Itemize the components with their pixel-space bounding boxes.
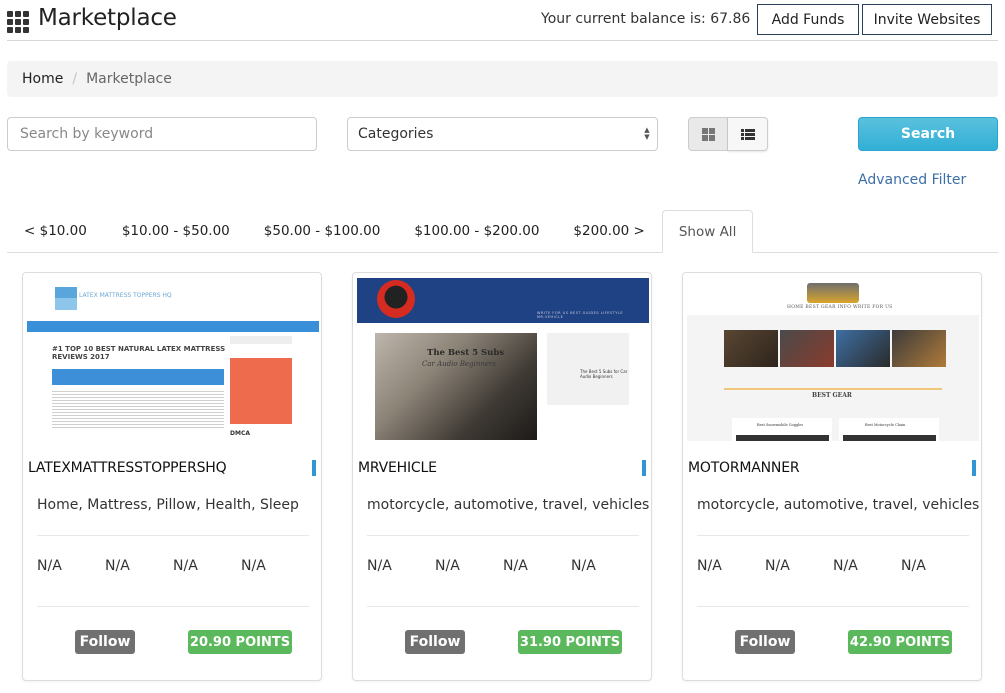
thumb-body-text — [52, 389, 224, 429]
add-funds-button[interactable]: Add Funds — [757, 4, 859, 35]
tab-50-100[interactable]: $50.00 - $100.00 — [247, 210, 398, 252]
divider — [37, 606, 309, 607]
website-name[interactable]: MRVEHICLE — [358, 460, 437, 476]
select-updown-icon: ▲ ▼ — [644, 126, 650, 141]
website-metrics: N/A N/A N/A N/A — [697, 558, 969, 574]
breadcrumb: Home / Marketplace — [7, 61, 998, 97]
thumb-side-heading: DMCA — [230, 430, 250, 437]
metric-value: N/A — [173, 558, 198, 574]
website-categories: motorcycle, automotive, travel, vehicles — [367, 497, 650, 513]
thumb-gear-image — [736, 435, 829, 441]
thumb-nav-text: HOME BEST GEAR INFO WRITE FOR US — [787, 305, 893, 310]
metric-value: N/A — [435, 558, 460, 574]
metric-value: N/A — [765, 558, 790, 574]
follow-button[interactable]: Follow — [75, 630, 135, 654]
thumb-caption: Best Motorcycle Chain — [865, 423, 906, 427]
site-logo — [807, 283, 859, 303]
divider — [37, 535, 309, 536]
grid-apps-icon — [7, 11, 30, 34]
points-badge[interactable]: 31.90 POINTS — [518, 630, 622, 654]
page-header: Marketplace Your current balance is: 67.… — [7, 0, 998, 41]
thumb-image-title: The Best 5 Subs — [427, 348, 505, 358]
thumb-logo-text: LATEX MATTRESS TOPPERS HQ — [79, 292, 172, 299]
breadcrumb-separator: / — [72, 71, 78, 87]
website-categories: motorcycle, automotive, travel, vehicles — [697, 497, 980, 513]
website-name[interactable]: LATEXMATTRESSTOPPERSHQ — [28, 460, 227, 476]
th-list-icon — [740, 128, 755, 140]
thumb-side-text: The Best 5 Subs for Car Audio Beginners — [580, 369, 628, 379]
website-card: HOME BEST GEAR INFO WRITE FOR US BEST GE… — [682, 272, 982, 681]
breadcrumb-current: Marketplace — [86, 71, 172, 87]
website-metrics: N/A N/A N/A N/A — [367, 558, 639, 574]
divider — [697, 606, 969, 607]
metric-value: N/A — [105, 558, 130, 574]
th-large-icon — [701, 127, 715, 141]
website-card: LATEX MATTRESS TOPPERS HQ #1 TOP 10 BEST… — [22, 272, 322, 681]
points-badge[interactable]: 42.90 POINTS — [848, 630, 952, 654]
page-title: Marketplace — [38, 5, 177, 31]
thumb-gear-image — [843, 435, 936, 441]
card-accent-bar — [312, 460, 316, 476]
thumb-search-box — [230, 336, 292, 344]
thumb-image-subtitle: Car Audio Beginners — [422, 360, 496, 368]
thumb-section-title: BEST GEAR — [812, 392, 852, 399]
balance-text: Your current balance is: 67.86 — [541, 11, 751, 27]
site-logo — [377, 280, 415, 318]
follow-button[interactable]: Follow — [405, 630, 465, 654]
divider — [367, 606, 639, 607]
thumb-post-image — [892, 330, 946, 367]
thumb-nav-bar — [27, 321, 319, 332]
metric-value: N/A — [367, 558, 392, 574]
metric-value: N/A — [37, 558, 62, 574]
metric-value: N/A — [241, 558, 266, 574]
website-name[interactable]: MOTORMANNER — [688, 460, 800, 476]
tab-100-200[interactable]: $100.00 - $200.00 — [397, 210, 556, 252]
advanced-filter-link[interactable]: Advanced Filter — [858, 172, 966, 188]
keyword-search-input[interactable] — [7, 117, 317, 151]
breadcrumb-home-link[interactable]: Home — [22, 71, 63, 87]
price-filter-tabs: < $10.00 $10.00 - $50.00 $50.00 - $100.0… — [7, 210, 998, 253]
list-view-button[interactable] — [728, 117, 768, 151]
website-thumbnail[interactable]: LATEX MATTRESS TOPPERS HQ #1 TOP 10 BEST… — [27, 278, 319, 441]
thumb-nav-text: WRITE FOR US BEST GUIDES LIFESTYLE MR.VE… — [537, 311, 624, 319]
tab-show-all[interactable]: Show All — [661, 210, 754, 253]
metric-value: N/A — [833, 558, 858, 574]
website-metrics: N/A N/A N/A N/A — [37, 558, 309, 574]
categories-select[interactable]: Categories ▲ ▼ — [347, 117, 658, 151]
website-card: WRITE FOR US BEST GUIDES LIFESTYLE MR.VE… — [352, 272, 652, 681]
thumb-post-image — [780, 330, 834, 367]
thumb-headline: #1 TOP 10 BEST NATURAL LATEX MATTRESS RE… — [52, 345, 226, 361]
invite-websites-button[interactable]: Invite Websites — [862, 4, 992, 35]
tab-10-50[interactable]: $10.00 - $50.00 — [105, 210, 247, 252]
metric-value: N/A — [901, 558, 926, 574]
website-thumbnail[interactable]: HOME BEST GEAR INFO WRITE FOR US BEST GE… — [687, 278, 979, 441]
categories-select-value: Categories — [358, 126, 434, 142]
metric-value: N/A — [503, 558, 528, 574]
search-button[interactable]: Search — [858, 117, 998, 151]
metric-value: N/A — [697, 558, 722, 574]
tab-over-200[interactable]: $200.00 > — [556, 210, 661, 252]
grid-view-button[interactable] — [688, 117, 728, 151]
thumb-rating-box — [52, 369, 224, 385]
tab-under-10[interactable]: < $10.00 — [7, 210, 105, 252]
thumb-subscribe-box — [230, 358, 292, 424]
website-categories: Home, Mattress, Pillow, Health, Sleep — [37, 497, 299, 513]
divider — [367, 535, 639, 536]
thumb-post-image — [724, 330, 778, 367]
site-logo-accent — [55, 298, 77, 310]
points-badge[interactable]: 20.90 POINTS — [188, 630, 292, 654]
metric-value: N/A — [571, 558, 596, 574]
thumb-post-image — [836, 330, 890, 367]
card-accent-bar — [642, 460, 646, 476]
card-accent-bar — [972, 460, 976, 476]
website-thumbnail[interactable]: WRITE FOR US BEST GUIDES LIFESTYLE MR.VE… — [357, 278, 649, 441]
follow-button[interactable]: Follow — [735, 630, 795, 654]
divider — [697, 535, 969, 536]
thumb-divider — [724, 388, 942, 390]
thumb-caption: Best Snowmobile Goggles — [757, 423, 804, 427]
view-toggle — [688, 117, 768, 151]
